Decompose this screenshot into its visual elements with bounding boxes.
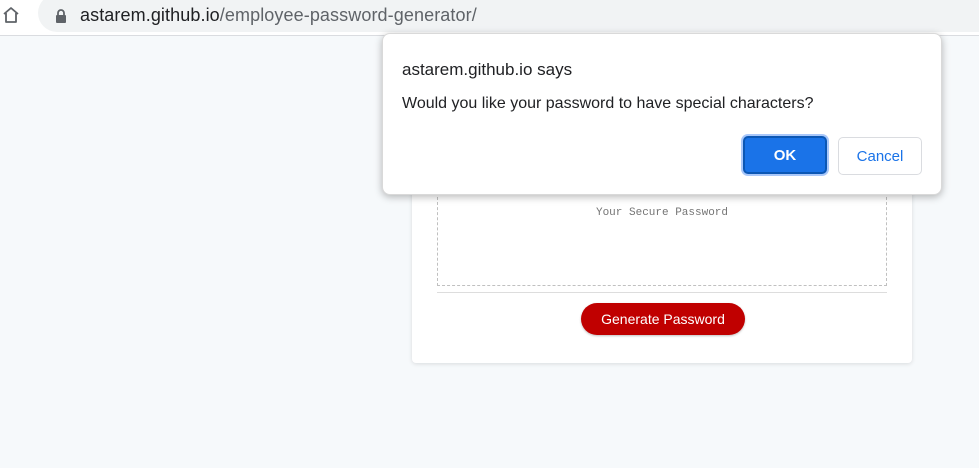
dialog-title: astarem.github.io says bbox=[402, 60, 573, 79]
home-icon[interactable] bbox=[0, 4, 22, 26]
address-bar[interactable]: astarem.github.io/employee-password-gene… bbox=[38, 0, 979, 32]
dialog-message: Would you like your password to have spe… bbox=[402, 95, 814, 112]
ok-button[interactable]: OK bbox=[743, 136, 827, 174]
generate-password-button[interactable]: Generate Password bbox=[581, 303, 745, 335]
lock-icon[interactable] bbox=[54, 8, 68, 24]
cancel-button[interactable]: Cancel bbox=[838, 137, 922, 175]
url-host: astarem.github.io bbox=[80, 5, 220, 25]
browser-toolbar: astarem.github.io/employee-password-gene… bbox=[0, 0, 979, 36]
card-divider bbox=[437, 292, 887, 293]
url-path: /employee-password-generator/ bbox=[219, 5, 477, 25]
password-output[interactable] bbox=[437, 197, 887, 286]
alert-dialog: astarem.github.io says Would you like yo… bbox=[382, 33, 942, 195]
url-text[interactable]: astarem.github.io/employee-password-gene… bbox=[80, 5, 477, 26]
